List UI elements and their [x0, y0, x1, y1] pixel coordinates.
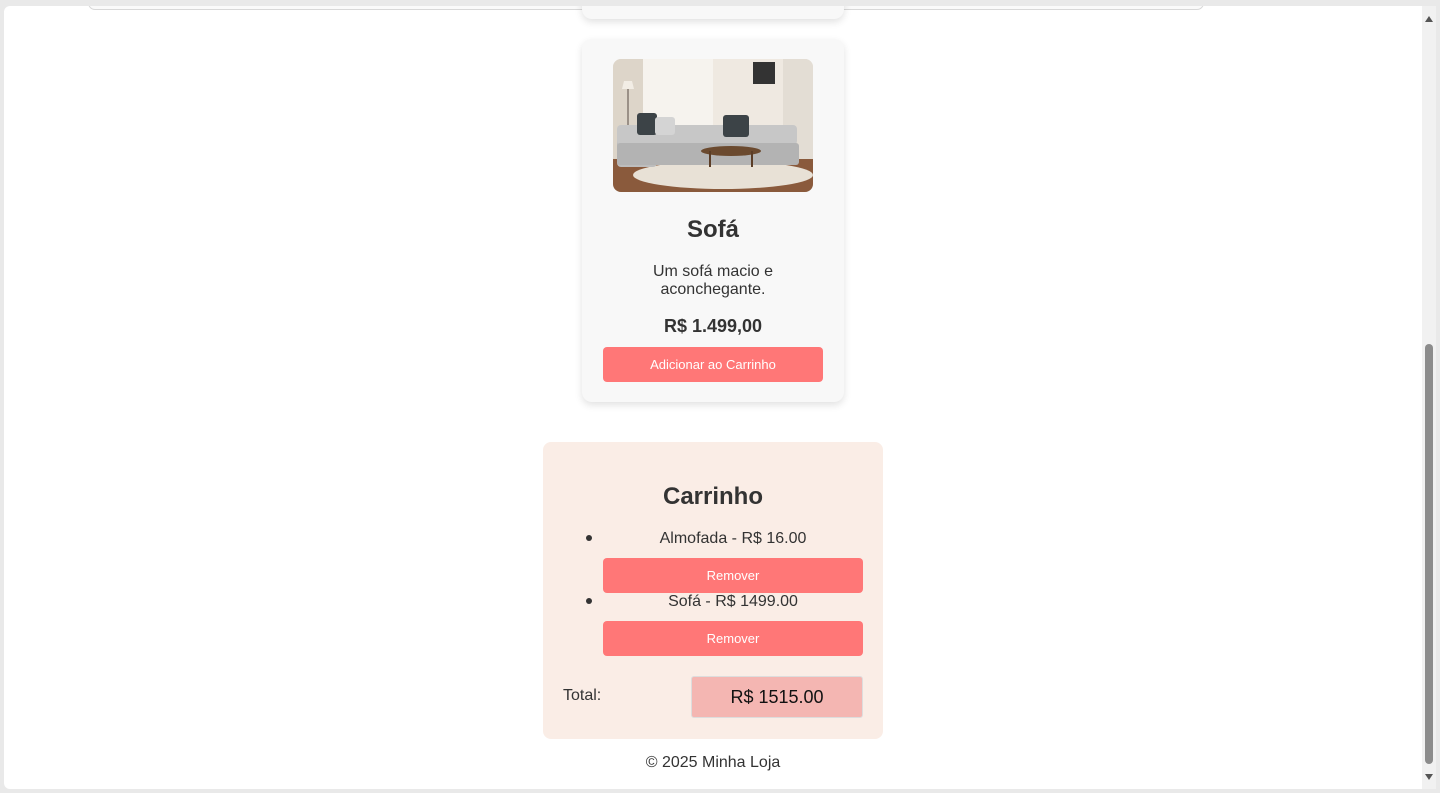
page-viewport: Sofá Um sofá macio e aconchegante. R$ 1.…	[4, 6, 1422, 789]
cart-item-label: Almofada - R$ 16.00	[659, 530, 807, 547]
total-value: R$ 1515.00	[691, 676, 863, 718]
add-to-cart-button[interactable]: Adicionar ao Carrinho	[603, 347, 823, 382]
remove-item-button[interactable]: Remover	[603, 558, 863, 593]
product-card: Sofá Um sofá macio e aconchegante. R$ 1.…	[582, 39, 844, 402]
cart-title: Carrinho	[662, 483, 763, 510]
scroll-down-arrow-icon[interactable]	[1422, 770, 1436, 784]
cart-panel: Carrinho Almofada - R$ 16.00 Remover Sof…	[543, 442, 883, 739]
product-price: R$ 1.499,00	[663, 316, 763, 336]
total-label: Total:	[563, 687, 602, 704]
remove-item-button[interactable]: Remover	[603, 621, 863, 656]
scrollbar-thumb[interactable]	[1425, 344, 1433, 764]
previous-product-card	[582, 6, 844, 19]
product-description: Um sofá macio e aconchegante.	[652, 263, 774, 298]
vertical-scrollbar[interactable]	[1422, 6, 1436, 789]
bullet-icon	[586, 535, 592, 541]
product-title: Sofá	[686, 216, 739, 243]
footer-copyright: © 2025 Minha Loja	[645, 754, 781, 771]
cart-item-label: Sofá - R$ 1499.00	[668, 593, 798, 610]
sofa-product-image	[613, 59, 813, 192]
scroll-up-arrow-icon[interactable]	[1422, 12, 1436, 26]
bullet-icon	[586, 598, 592, 604]
